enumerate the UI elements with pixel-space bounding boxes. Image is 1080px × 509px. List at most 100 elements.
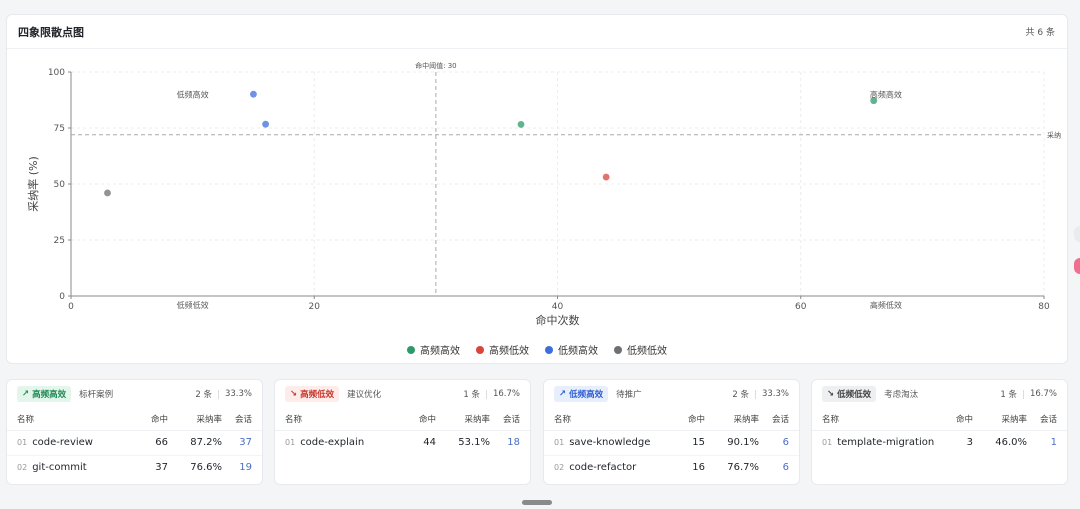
quadrant-count: 2 条 — [732, 390, 749, 400]
quadrant-meta: 2 条 33.3% — [732, 388, 789, 400]
quadrant-percent: 16.7% — [1029, 389, 1057, 399]
col-hits[interactable]: 命中 — [943, 408, 979, 431]
quadrant-badge-label: 低频高效 — [569, 390, 604, 400]
chart-legend: 高频高效 高频低效 低频高效 低频低效 — [7, 342, 1067, 357]
row-sessions[interactable]: 6 — [765, 455, 799, 480]
row-name: code-review — [32, 437, 93, 448]
col-hits[interactable]: 命中 — [138, 408, 174, 431]
arrow-up-right-icon: ↗ — [559, 389, 567, 399]
row-sessions[interactable]: 37 — [228, 430, 262, 456]
x-tick-label: 40 — [552, 302, 564, 312]
quadrant-badge: ↗ 高频高效 — [17, 386, 72, 402]
divider — [1022, 389, 1024, 399]
row-sessions[interactable]: 18 — [496, 430, 530, 455]
quadrant-meta: 1 条 16.7% — [463, 388, 520, 400]
col-name: 名称 — [812, 408, 943, 431]
quadrant-badge: ↘ 高频低效 — [285, 386, 340, 402]
edge-indicator-icon[interactable] — [1074, 258, 1080, 274]
arrow-down-right-icon: ↘ — [827, 389, 835, 399]
table-row[interactable]: 02 git-commit 37 76.6% 19 — [7, 455, 262, 480]
col-sessions[interactable]: 会话 — [228, 408, 262, 431]
x-tick-label: 80 — [1038, 302, 1050, 312]
quadrant-card-header: ↗ 高频高效 标杆案例 2 条 33.3% — [7, 380, 262, 408]
table-header: 名称 命中 采纳率 会话 — [7, 408, 262, 431]
legend-dot-icon — [407, 345, 415, 354]
col-name: 名称 — [275, 408, 406, 431]
data-point — [517, 121, 525, 128]
row-sessions[interactable]: 1 — [1033, 430, 1067, 455]
table-row[interactable]: 01 code-explain 44 53.1% 18 — [275, 430, 530, 455]
table-header: 名称 命中 采纳率 会话 — [275, 408, 530, 431]
row-index: 02 — [554, 463, 565, 473]
legend-label: 高频低效 — [489, 346, 529, 357]
quadrant-count: 1 条 — [1000, 390, 1017, 400]
col-sessions[interactable]: 会话 — [765, 408, 799, 431]
quadrant-badge-label: 高频高效 — [32, 390, 67, 400]
row-index: 01 — [554, 438, 565, 447]
trend-up-icon: ↗ — [22, 389, 30, 399]
row-name: code-refactor — [569, 462, 637, 474]
x-tick-label: 0 — [68, 302, 74, 312]
edge-handle[interactable] — [1074, 226, 1080, 242]
col-name: 名称 — [544, 408, 675, 431]
quadrant-card-header: ↘ 高频低效 建议优化 1 条 16.7% — [275, 380, 530, 408]
col-rate[interactable]: 采纳率 — [979, 408, 1033, 431]
y-axis-label: 采纳率 (%) — [26, 156, 40, 212]
col-hits[interactable]: 命中 — [406, 408, 442, 431]
quadrant-card-header: ↗ 低频高效 待推广 2 条 33.3% — [544, 380, 799, 408]
table-row[interactable]: 02 code-refactor 16 76.7% 6 — [544, 455, 799, 480]
legend-item[interactable]: 低频高效 — [545, 342, 598, 357]
quadrant-meta: 2 条 33.3% — [195, 388, 252, 400]
legend-item[interactable]: 低频低效 — [614, 342, 667, 357]
col-sessions[interactable]: 会话 — [496, 408, 530, 431]
row-name: git-commit — [32, 462, 87, 474]
row-index: 02 — [17, 463, 28, 473]
col-rate[interactable]: 采纳率 — [442, 408, 496, 431]
y-tick-label: 0 — [59, 292, 65, 302]
quadrant-card: ↘高频低效 建议优化 1 条 16.7% 名称 命中 采纳率 会话 01co — [274, 379, 531, 485]
quadrant-badge: ↘ 低频低效 — [822, 386, 877, 402]
data-point — [104, 189, 111, 197]
legend-label: 低频高效 — [558, 346, 598, 357]
divider — [485, 389, 487, 399]
col-rate[interactable]: 采纳率 — [711, 408, 765, 431]
quadrant-percent: 33.3% — [761, 389, 789, 399]
legend-item[interactable]: 高频高效 — [407, 342, 460, 357]
col-hits[interactable]: 命中 — [675, 408, 711, 431]
divider — [217, 389, 219, 399]
legend-label: 高频高效 — [420, 346, 460, 357]
quadrant-subtitle: 考虑淘汰 — [884, 390, 919, 400]
row-sessions[interactable]: 6 — [765, 430, 799, 456]
table-row[interactable]: 01 template-migration 3 46.0% 1 — [812, 430, 1067, 455]
col-sessions[interactable]: 会话 — [1033, 408, 1067, 431]
col-rate[interactable]: 采纳率 — [174, 408, 228, 431]
quadrant-card: ↘低频低效 考虑淘汰 1 条 16.7% 名称 命中 采纳率 会话 01te — [811, 379, 1068, 485]
quadrant-meta: 1 条 16.7% — [1000, 388, 1057, 400]
row-hits: 66 — [138, 430, 174, 456]
legend-dot-icon — [614, 345, 622, 354]
table-header: 名称 命中 采纳率 会话 — [812, 408, 1067, 431]
y-tick-label: 25 — [54, 236, 65, 246]
x-axis-label: 命中次数 — [536, 313, 580, 327]
scatter-plot: 0 25 50 75 100 0 20 40 60 80 命中次数 采纳率 (%) 命中阈值: 30 采纳… — [26, 61, 1061, 327]
quadrant-table: 名称 命中 采纳率 会话 01 code-explain 44 53.1% 18 — [275, 408, 530, 455]
quadrant-table: 名称 命中 采纳率 会话 01 template-migration 3 46.0… — [812, 408, 1067, 455]
legend-dot-icon — [476, 345, 484, 354]
row-hits: 3 — [966, 437, 973, 449]
table-row[interactable]: 01 save-knowledge 15 90.1% 6 — [544, 430, 799, 456]
row-rate: 76.7% — [727, 462, 759, 474]
quadrant-subtitle: 建议优化 — [347, 390, 382, 400]
table-row[interactable]: 01 code-review 66 87.2% 37 — [7, 430, 262, 456]
y-tick-label: 100 — [48, 68, 65, 78]
row-index: 01 — [17, 438, 28, 447]
row-sessions[interactable]: 19 — [228, 455, 262, 480]
scroll-handle[interactable] — [522, 500, 552, 505]
quadrant-badge: ↗ 低频高效 — [554, 386, 609, 402]
trend-down-icon: ↘ — [290, 389, 298, 399]
row-hits: 37 — [155, 462, 168, 474]
row-name: save-knowledge — [569, 437, 651, 448]
legend-item[interactable]: 高频低效 — [476, 342, 529, 357]
quadrant-percent: 16.7% — [492, 389, 520, 399]
quadrant-percent: 33.3% — [224, 389, 252, 399]
quadrant-count: 2 条 — [195, 390, 212, 400]
